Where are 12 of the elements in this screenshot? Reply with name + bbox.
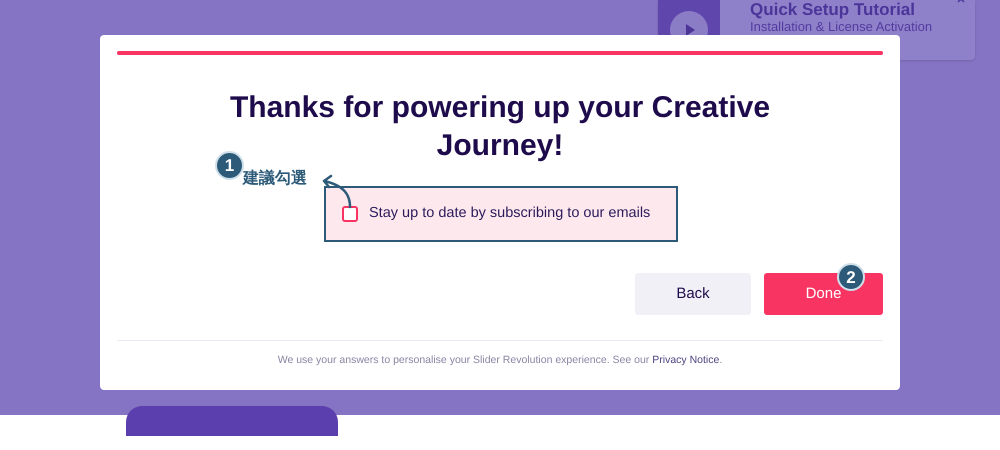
checkbox-label: Stay up to date by subscribing to our emails: [369, 204, 650, 224]
back-button[interactable]: Back: [635, 273, 751, 315]
privacy-footer: We use your answers to personalise your Slider Revolution experience. See our Privacy Notice.: [100, 353, 900, 369]
checkbox[interactable]: [342, 206, 358, 222]
step-number-badge: 2: [837, 263, 865, 291]
privacy-link[interactable]: Privacy Notice: [652, 354, 720, 366]
play-icon: [686, 24, 695, 36]
tutorial-title: Quick Setup Tutorial: [750, 0, 916, 20]
step-number-badge: 1: [215, 151, 244, 180]
annotation-note: 建議勾選: [243, 169, 307, 189]
tutorial-subtitle: Installation & License Activation: [750, 20, 932, 34]
start-button[interactable]: [126, 406, 338, 436]
